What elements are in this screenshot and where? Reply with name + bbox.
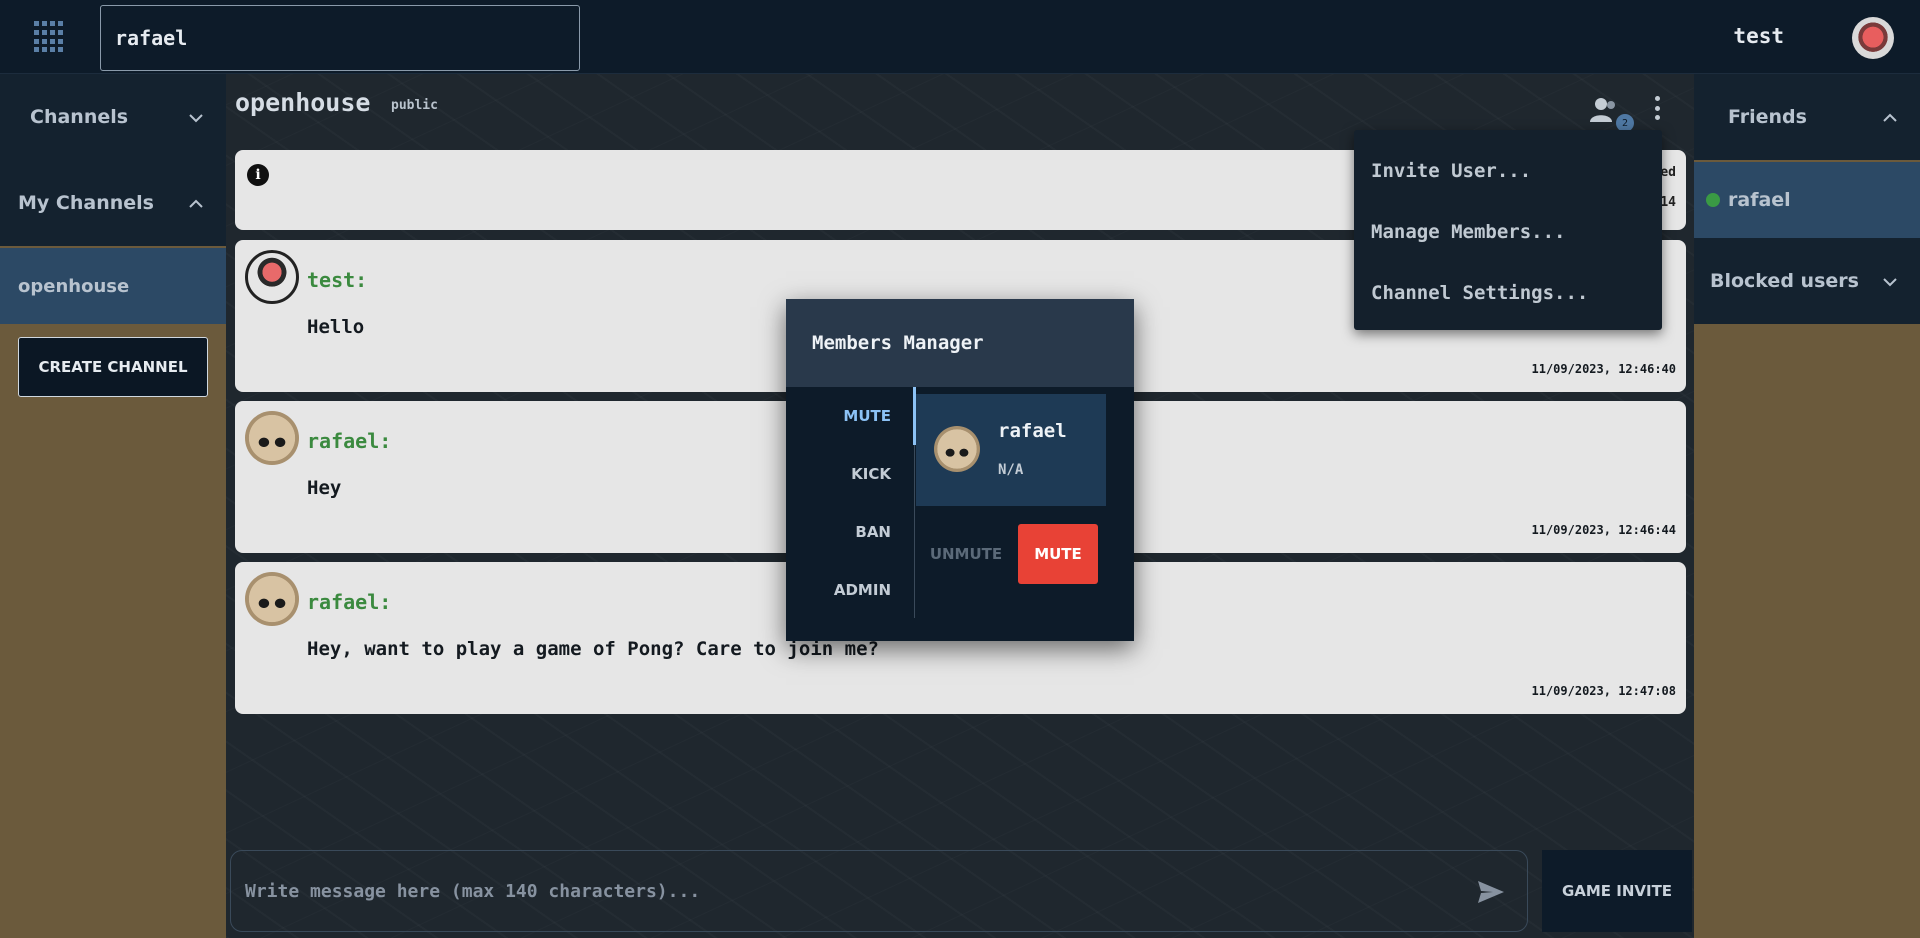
member-status: N/A	[998, 462, 1024, 478]
message-composer	[230, 850, 1528, 932]
chevron-up-icon	[188, 194, 204, 213]
online-status-icon	[1706, 193, 1720, 207]
chevron-up-icon	[1882, 108, 1898, 127]
create-channel-button[interactable]: CREATE CHANNEL	[18, 337, 208, 397]
info-message-trailing-text: ed	[1660, 165, 1676, 180]
game-invite-button[interactable]: GAME INVITE	[1542, 850, 1692, 932]
tab-ban[interactable]: BAN	[786, 503, 916, 561]
tab-mute[interactable]: MUTE	[786, 387, 916, 445]
tab-kick[interactable]: KICK	[786, 445, 916, 503]
message-input[interactable]	[245, 873, 1445, 909]
channel-item-openhouse[interactable]: openhouse	[0, 248, 226, 324]
more-options-icon[interactable]	[1652, 96, 1662, 120]
chevron-down-icon	[1882, 272, 1898, 291]
tab-admin[interactable]: ADMIN	[786, 561, 916, 619]
message-author[interactable]: rafael:	[307, 590, 391, 614]
search-input[interactable]	[100, 5, 580, 71]
friend-item-rafael[interactable]: rafael	[1694, 162, 1920, 238]
chevron-down-icon	[188, 108, 204, 127]
blocked-users-section-label: Blocked users	[1710, 270, 1859, 292]
message-timestamp: 11/09/2023, 12:47:08	[1531, 684, 1677, 698]
channel-visibility-badge: public	[391, 98, 438, 113]
friend-name: rafael	[1728, 189, 1791, 211]
menu-item-channel-settings[interactable]: Channel Settings...	[1354, 262, 1662, 323]
channel-title: openhouse	[235, 88, 371, 117]
modal-title: Members Manager	[786, 299, 1134, 387]
message-author[interactable]: rafael:	[307, 429, 391, 453]
members-manager-modal: Members Manager MUTE KICK BAN ADMIN rafa…	[786, 299, 1134, 641]
message-timestamp: 11/09/2023, 12:46:44	[1531, 523, 1677, 537]
menu-item-manage-members[interactable]: Manage Members...	[1354, 201, 1662, 262]
modal-tabs: MUTE KICK BAN ADMIN	[786, 387, 916, 617]
right-sidebar: Friends rafael Blocked users	[1694, 74, 1920, 938]
info-message-trailing-time: 14	[1660, 195, 1676, 210]
avatar	[934, 426, 980, 472]
send-icon[interactable]	[1477, 879, 1505, 905]
message-timestamp: 11/09/2023, 12:46:40	[1531, 362, 1677, 376]
member-card[interactable]: rafael N/A	[916, 394, 1106, 506]
avatar[interactable]	[245, 572, 299, 626]
message-text: Hey	[307, 477, 342, 499]
member-name: rafael	[998, 420, 1067, 442]
channels-section-header[interactable]: Channels	[0, 74, 226, 160]
user-avatar[interactable]	[1852, 17, 1894, 59]
message-author[interactable]: test:	[307, 268, 367, 292]
friends-section-header[interactable]: Friends	[1694, 74, 1920, 160]
apps-grid-icon[interactable]	[34, 21, 66, 53]
channels-section-label: Channels	[30, 106, 129, 128]
channel-options-menu: Invite User... Manage Members... Channel…	[1354, 130, 1662, 330]
current-username: test	[1733, 24, 1784, 48]
my-channels-section-header[interactable]: My Channels	[0, 160, 226, 246]
top-bar: test	[0, 0, 1920, 74]
info-icon: i	[247, 164, 269, 186]
avatar[interactable]	[245, 250, 299, 304]
menu-item-invite-user[interactable]: Invite User...	[1354, 140, 1662, 201]
mute-button[interactable]: MUTE	[1018, 524, 1098, 584]
left-sidebar: Channels My Channels openhouse CREATE CH…	[0, 74, 226, 938]
channel-item-label: openhouse	[18, 275, 130, 297]
blocked-users-section-header[interactable]: Blocked users	[1694, 238, 1920, 324]
message-text: Hello	[307, 316, 365, 338]
my-channels-section-label: My Channels	[18, 192, 154, 214]
unmute-button[interactable]: UNMUTE	[926, 524, 1006, 584]
friends-section-label: Friends	[1728, 106, 1807, 128]
avatar[interactable]	[245, 411, 299, 465]
message-text: Hey, want to play a game of Pong? Care t…	[307, 638, 879, 660]
